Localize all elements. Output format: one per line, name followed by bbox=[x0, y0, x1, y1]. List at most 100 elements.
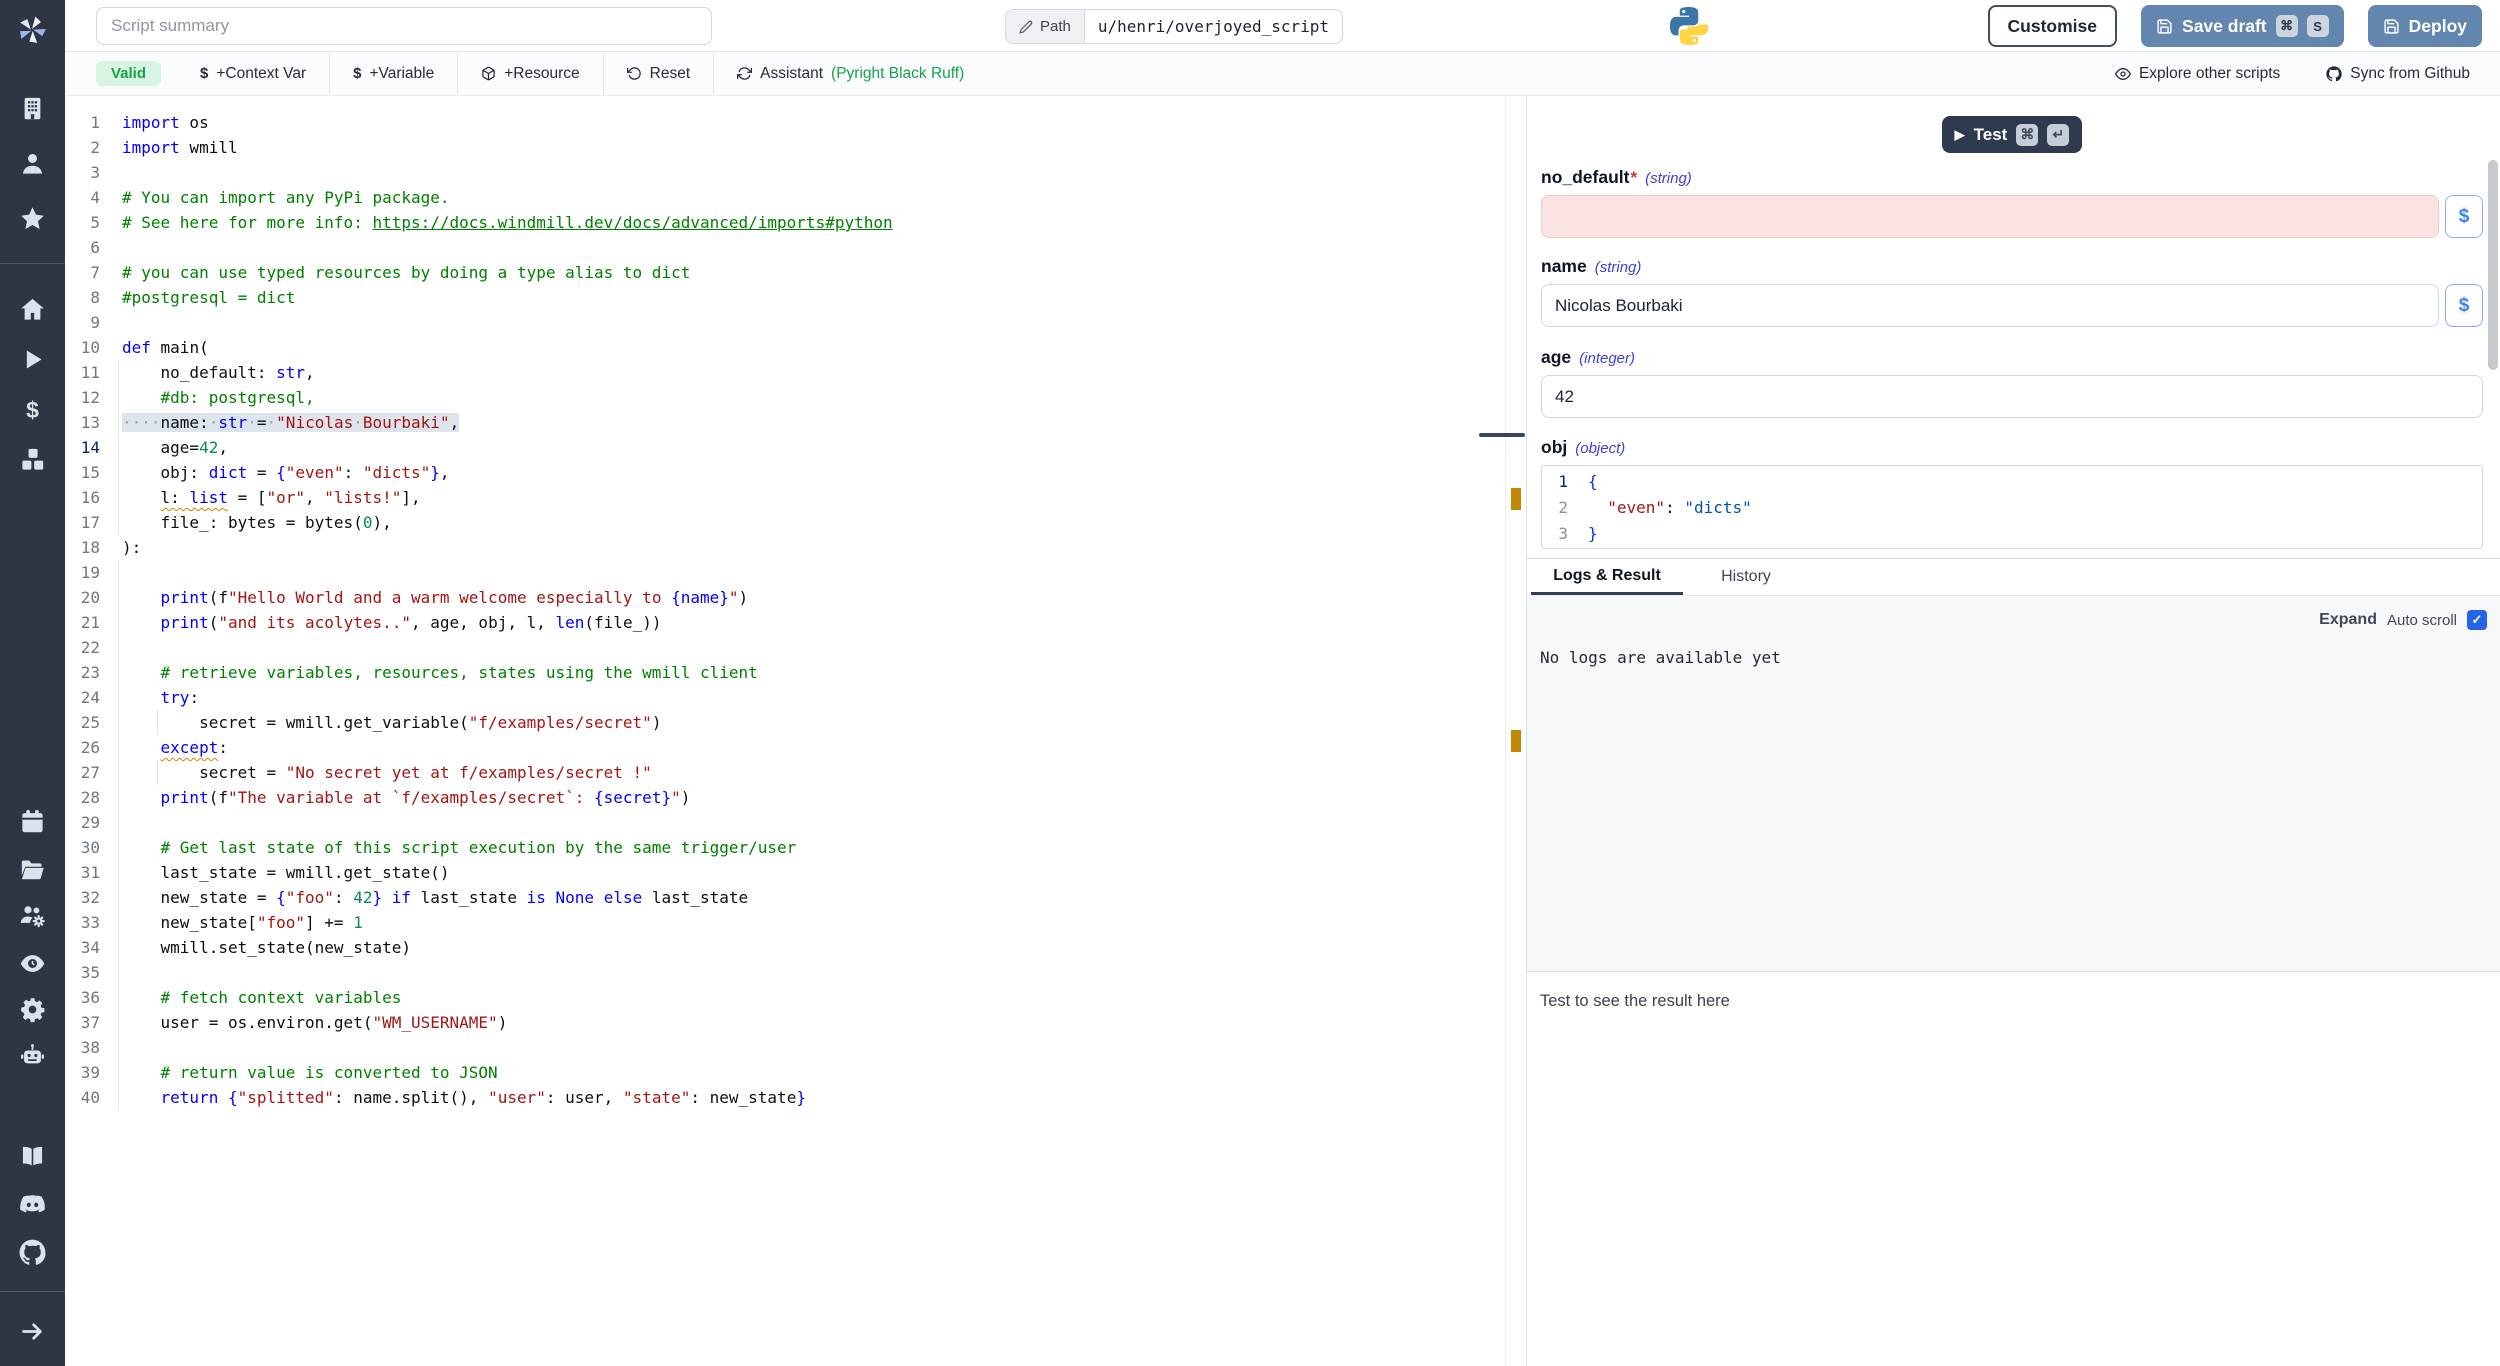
customise-button[interactable]: Customise bbox=[1988, 5, 2117, 47]
autoscroll-label: Auto scroll bbox=[2387, 612, 2457, 629]
play-icon[interactable] bbox=[19, 346, 46, 373]
line-number: 10 bbox=[65, 335, 100, 360]
deploy-button[interactable]: Deploy bbox=[2368, 5, 2482, 47]
reset-button[interactable]: Reset bbox=[603, 52, 714, 95]
save-icon bbox=[2156, 18, 2173, 35]
line-number: 39 bbox=[65, 1060, 100, 1085]
play-icon: ▶ bbox=[1955, 127, 1965, 143]
cubes-icon[interactable] bbox=[19, 446, 46, 473]
script-summary-input[interactable] bbox=[96, 7, 712, 45]
code-line: 2import wmill bbox=[65, 135, 1526, 160]
field-age: age (integer) bbox=[1541, 347, 2483, 418]
gear-icon[interactable] bbox=[19, 996, 46, 1023]
sidebar-divider bbox=[0, 1291, 65, 1292]
explore-other-scripts-button[interactable]: Explore other scripts bbox=[2115, 65, 2280, 83]
code-line: 12 #db: postgresql, bbox=[65, 385, 1526, 410]
add-variable-button[interactable]: $ +Variable bbox=[329, 52, 457, 95]
autoscroll-checkbox[interactable]: ✓ bbox=[2467, 610, 2487, 630]
python-language-icon bbox=[1670, 7, 1708, 45]
code-editor[interactable]: 1import os2import wmill34# You can impor… bbox=[65, 96, 1526, 1366]
code-line: 35 bbox=[65, 960, 1526, 985]
star-icon[interactable] bbox=[19, 205, 46, 232]
cmd-key-badge: ⌘ bbox=[2276, 15, 2298, 37]
line-number: 38 bbox=[65, 1035, 100, 1060]
user-icon[interactable] bbox=[19, 150, 46, 177]
add-resource-button[interactable]: +Resource bbox=[457, 52, 602, 95]
line-number: 15 bbox=[65, 460, 100, 485]
insert-variable-button[interactable]: $ bbox=[2445, 195, 2483, 238]
code-line: 25 secret = wmill.get_variable("f/exampl… bbox=[65, 710, 1526, 735]
code-line: 28 print(f"The variable at `f/examples/s… bbox=[65, 785, 1526, 810]
building-icon[interactable] bbox=[19, 95, 46, 122]
logs-area: Expand Auto scroll ✓ No logs are availab… bbox=[1527, 596, 2500, 972]
line-number: 19 bbox=[65, 560, 100, 585]
line-number: 2 bbox=[1542, 495, 1568, 521]
no-default-input[interactable] bbox=[1541, 195, 2439, 238]
editor-toolbar: Valid $ +Context Var $ +Variable +Resour… bbox=[65, 52, 2500, 96]
code-line: 16 l: list = ["or", "lists!"], bbox=[65, 485, 1526, 510]
book-icon[interactable] bbox=[19, 1143, 46, 1170]
code-line: 24 try: bbox=[65, 685, 1526, 710]
code-line: 13 ····name:·str·=·"Nicolas·Bourbaki", bbox=[65, 410, 1526, 435]
discord-icon[interactable] bbox=[19, 1191, 46, 1218]
code-link[interactable]: https://docs.windmill.dev/docs/advanced/… bbox=[372, 213, 892, 232]
tab-history[interactable]: History bbox=[1701, 559, 1791, 595]
line-number: 14 bbox=[65, 435, 100, 460]
path-value: u/henri/overjoyed_script bbox=[1085, 10, 1342, 43]
line-number: 26 bbox=[65, 735, 100, 760]
rotate-ccw-icon bbox=[627, 66, 642, 81]
code-line: 26 except: bbox=[65, 735, 1526, 760]
line-number: 33 bbox=[65, 910, 100, 935]
arrow-right-icon[interactable] bbox=[19, 1318, 46, 1345]
insert-variable-button[interactable]: $ bbox=[2445, 284, 2483, 327]
sync-from-github-button[interactable]: Sync from Github bbox=[2326, 65, 2470, 83]
line-number: 25 bbox=[65, 710, 100, 735]
calendar-icon[interactable] bbox=[19, 808, 46, 835]
code-line: 33 new_state["foo"] += 1 bbox=[65, 910, 1526, 935]
eye-icon[interactable] bbox=[19, 950, 46, 977]
pencil-icon bbox=[1019, 20, 1033, 34]
line-number: 13 bbox=[65, 410, 100, 435]
tab-logs-result[interactable]: Logs & Result bbox=[1531, 559, 1683, 595]
line-number: 18 bbox=[65, 535, 100, 560]
code-line: 38 bbox=[65, 1035, 1526, 1060]
sidebar-divider bbox=[0, 263, 65, 264]
obj-json-editor[interactable]: 1{2 "even": "dicts"3} bbox=[1541, 465, 2483, 549]
save-draft-button[interactable]: Save draft ⌘ S bbox=[2141, 5, 2344, 47]
s-key-badge: S bbox=[2307, 15, 2329, 37]
robot-icon[interactable] bbox=[19, 1042, 46, 1069]
age-input[interactable] bbox=[1541, 375, 2483, 418]
line-number: 17 bbox=[65, 510, 100, 535]
line-number: 22 bbox=[65, 635, 100, 660]
users-gear-icon[interactable] bbox=[19, 902, 46, 929]
home-icon[interactable] bbox=[19, 296, 46, 323]
assistant-button[interactable]: Assistant (Pyright Black Ruff) bbox=[713, 52, 987, 95]
panel-splitter-handle[interactable] bbox=[1479, 433, 1525, 437]
code-line: 17 file_: bytes = bytes(0), bbox=[65, 510, 1526, 535]
windmill-logo-icon[interactable] bbox=[14, 12, 50, 48]
line-number: 35 bbox=[65, 960, 100, 985]
test-button[interactable]: ▶ Test ⌘ ↵ bbox=[1942, 116, 2083, 153]
code-line: 30 # Get last state of this script execu… bbox=[65, 835, 1526, 860]
line-number: 16 bbox=[65, 485, 100, 510]
dollar-icon[interactable]: $ bbox=[19, 397, 46, 424]
field-no-default: no_default * (string) $ bbox=[1541, 167, 2483, 238]
header-actions: Customise Save draft ⌘ S Deploy bbox=[1988, 5, 2482, 47]
selected-text: ····name:·str·=·"Nicolas·Bourbaki", bbox=[122, 413, 459, 432]
expand-button[interactable]: Expand bbox=[2319, 611, 2377, 629]
folder-icon[interactable] bbox=[19, 856, 46, 883]
code-line: 31 last_state = wmill.get_state() bbox=[65, 860, 1526, 885]
code-line: 40 return {"splitted": name.split(), "us… bbox=[65, 1085, 1526, 1110]
add-context-var-button[interactable]: $ +Context Var bbox=[177, 52, 329, 95]
script-path-badge[interactable]: Path u/henri/overjoyed_script bbox=[1005, 9, 1343, 44]
name-input[interactable] bbox=[1541, 284, 2439, 327]
form-scrollbar[interactable] bbox=[2488, 160, 2498, 370]
top-header: Path u/henri/overjoyed_script Customise … bbox=[65, 0, 2500, 52]
line-number: 11 bbox=[65, 360, 100, 385]
package-icon bbox=[481, 66, 496, 81]
github-icon[interactable] bbox=[19, 1239, 46, 1266]
code-line: 15 obj: dict = {"even": "dicts"}, bbox=[65, 460, 1526, 485]
field-name: name (string) $ bbox=[1541, 256, 2483, 327]
line-number: 31 bbox=[65, 860, 100, 885]
line-number: 12 bbox=[65, 385, 100, 410]
